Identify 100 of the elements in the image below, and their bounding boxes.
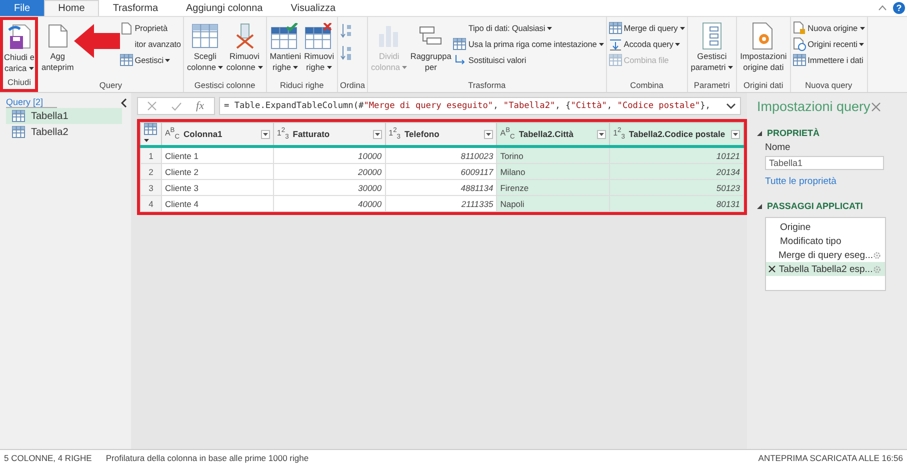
row-number: 2 [140,164,162,180]
table-menu-button[interactable] [140,122,162,146]
ribbon-button[interactable]: Mantieni righe [268,19,302,79]
table-cell: 40000 [273,196,386,212]
column-header[interactable]: 1$^{2}$$_{3}$ Telefono [385,122,497,146]
step-item[interactable]: Modificato tipo [766,234,885,248]
ribbon-button[interactable]: Gestisci [120,53,181,67]
column-name: Tabella2.Codice postale [628,129,726,139]
caret-icon [733,132,738,136]
ribbon-button[interactable]: Sostituisci valori [453,53,604,67]
table-icon [12,110,25,122]
table-icon [608,54,622,66]
ribbon-button[interactable]: Merge di query [608,21,685,35]
properties-link[interactable]: Tutte le proprietà [765,176,907,187]
sort-button[interactable] [340,45,352,61]
sort-button[interactable] [340,23,352,39]
status-text: ANTEPRIMA SCARICATA ALLE 16:56 [758,452,903,462]
table-cell: 6009117 [385,164,497,180]
replace-icon [454,54,466,66]
group-label: Ordina [340,79,365,92]
caret-icon [859,42,864,46]
name-field[interactable]: Tabella1 [765,156,884,170]
column-header[interactable]: A$^{B}$$_{C}$ Colonna1 [161,122,274,146]
table-icon [120,54,133,66]
step-item[interactable]: Tabella Tabella2 esp... [766,262,885,276]
ribbon-button[interactable]: Tipo di dati: Qualsiasi [453,21,604,35]
file-tab[interactable]: File [0,0,44,16]
caret-icon [680,26,685,30]
row-number: 3 [140,180,162,196]
floppy-icon [7,24,32,50]
help-button[interactable]: ? [893,2,905,14]
table-cell: Firenze [496,180,610,196]
table-cell: 10000 [273,146,386,164]
ribbon-tab[interactable]: Visualizza [276,0,350,16]
group-label: Origini dati [742,79,784,92]
document-lock-icon [792,21,806,35]
column-name: Tabella2.Città [518,129,574,139]
sort-descending-icon [340,45,352,61]
filter-button[interactable] [731,130,740,138]
section-heading: PROPRIETÀ [767,128,820,138]
column-name: Colonna1 [184,129,224,139]
caret-icon [144,139,149,142]
close-button[interactable] [871,102,882,112]
ribbon-button[interactable]: Usa la prima riga come intestazione [453,37,604,51]
caret-icon [258,66,263,70]
table-cell: Cliente 3 [161,180,274,196]
insert-function-button[interactable]: fx [190,98,210,114]
filter-button[interactable] [597,130,606,138]
status-text: 5 COLONNE, 4 RIGHE [4,452,92,462]
ribbon-button[interactable]: itor avanzato [120,37,181,51]
ribbon-button[interactable]: Immettere i dati [792,53,865,67]
caret-icon [860,26,865,30]
table-icon [144,123,157,135]
ribbon-button[interactable]: Origini recenti [792,37,865,51]
filter-button[interactable] [372,130,382,138]
sort-ascending-icon [340,23,352,39]
table-cell: 20134 [610,164,744,180]
caret-icon [374,132,380,136]
ribbon-button[interactable]: Chiudi e carica [3,20,36,76]
table-cell: 30000 [273,180,386,196]
expanded-triangle-icon [757,204,762,208]
column-name: Fatturato [292,129,331,139]
query-item[interactable]: Tabella1 [6,108,122,124]
ribbon-tab[interactable]: Home [44,0,99,16]
ribbon-button[interactable]: Agg anteprim [40,19,75,79]
ribbon-button[interactable]: Proprietà [120,21,181,35]
ribbon-button[interactable]: Gestisci parametri [690,19,734,79]
caret-icon [598,42,604,46]
table-cell: Cliente 4 [161,196,274,212]
chevron-down-icon [726,103,736,109]
column-header[interactable]: 1$^{2}$$_{3}$ Fatturato [273,122,386,146]
group-label: Gestisci colonne [193,79,256,92]
filter-button[interactable] [260,130,270,138]
step-item[interactable]: Merge di query eseg... [766,248,885,262]
caret-icon [262,132,268,136]
group-label: Query [98,79,123,92]
column-name: Telefono [404,129,440,139]
formula-field[interactable]: = Table.ExpandTableColumn(#"Merge di query eseguito", "Tabella2", {"Città", "Codice postale"}, [219,97,741,115]
column-header[interactable]: A$^{B}$$_{C}$ Tabella2.Città [496,122,610,146]
table-icon [12,126,25,138]
filter-button[interactable] [484,130,494,138]
expanded-triangle-icon [757,130,762,136]
query-item[interactable]: Tabella2 [6,124,122,140]
collapse-button[interactable] [121,98,127,108]
step-item[interactable]: Origine [766,220,885,234]
table-cell: Milano [496,164,610,180]
ribbon-button[interactable]: Rimuovi righe [303,19,336,79]
ribbon-button[interactable]: Scegli colonne [186,19,224,79]
check-icon [170,102,182,110]
ribbon-tab[interactable]: Aggiungi colonna [172,0,277,16]
ribbon-button[interactable]: Raggruppa per [409,19,452,79]
ribbon-button[interactable]: Accoda query [608,37,685,51]
status-text: Profilatura della colonna in base alle prime 1000 righe [106,452,309,462]
ribbon-button[interactable]: Rimuovi colonne [225,19,264,79]
column-header[interactable]: 1$^{2}$$_{3}$ Tabella2.Codice postale [610,122,744,146]
ribbon-button[interactable]: Nuova origine [792,21,865,35]
table-cell: 50123 [610,180,744,196]
ribbon-button[interactable]: Impostazioni origine dati [739,19,788,79]
ribbon-tab[interactable]: Trasforma [98,0,172,16]
document-clock-icon [792,37,806,51]
